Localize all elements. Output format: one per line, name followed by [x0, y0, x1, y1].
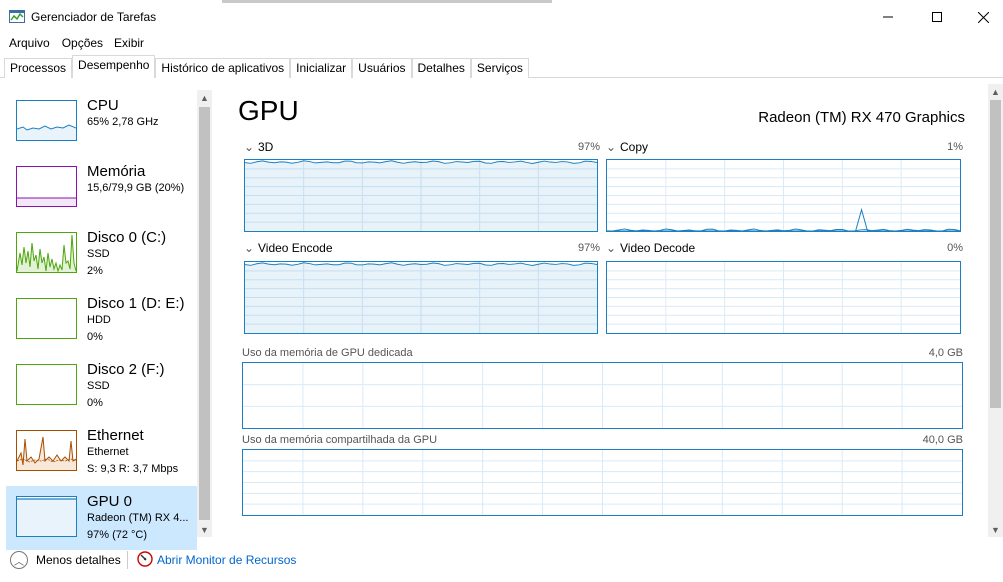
sidebar-item-gpu-0[interactable]: GPU 0 Radeon (TM) RX 4... 97% (72 °C): [6, 486, 197, 550]
menu-arquivo[interactable]: Arquivo: [0, 34, 57, 54]
gpu-model: Radeon (TM) RX 470 Graphics: [758, 109, 965, 126]
engine-percent: 97%: [577, 141, 600, 153]
tab-inicializar[interactable]: Inicializar: [290, 58, 353, 78]
engine-percent: 0%: [947, 242, 963, 254]
sidebar-item-detail: 15,6/79,9 GB (20%): [87, 182, 185, 194]
sidebar-item-detail: HDD: [87, 314, 111, 326]
sidebar-item-detail: SSD: [87, 380, 110, 392]
engine-graph-copy: [606, 159, 961, 232]
sidebar-scroll-thumb[interactable]: [199, 107, 210, 520]
chevron-down-icon: ⌄: [244, 140, 255, 154]
minimize-button[interactable]: [865, 0, 911, 34]
window-title: Gerenciador de Tarefas: [31, 10, 157, 24]
shared-memory-label: Uso da memória compartilhada da GPU: [242, 434, 438, 446]
main-scrollbar[interactable]: ▲ ▼: [988, 84, 1003, 537]
scroll-up-icon[interactable]: ▲: [197, 90, 212, 105]
sidebar-item-mem-ria[interactable]: Memória 15,6/79,9 GB (20%): [6, 156, 197, 220]
tab-strip: Processos Desempenho Histórico de aplicati…: [4, 55, 529, 78]
engine-graph-3d: [244, 159, 598, 232]
engine-selector-video-decode[interactable]: ⌄ Video Decode: [606, 241, 695, 255]
menu-opcoes[interactable]: Opções: [57, 34, 110, 54]
scroll-down-icon[interactable]: ▼: [197, 522, 212, 537]
chevron-down-icon: ⌄: [606, 241, 617, 255]
sidebar-item-value: 2%: [87, 265, 103, 277]
engine-selector-3d[interactable]: ⌄ 3D: [244, 140, 273, 154]
sidebar-item-name: Disco 0 (C:): [87, 229, 167, 246]
main-scroll-thumb[interactable]: [990, 100, 1001, 408]
engine-label: 3D: [258, 140, 274, 154]
sidebar-item-value: S: 9,3 R: 3,7 Mbps: [87, 463, 179, 475]
chevron-down-icon: ⌄: [244, 241, 255, 255]
sidebar-item-ethernet[interactable]: Ethernet Ethernet S: 9,3 R: 3,7 Mbps: [6, 420, 197, 484]
scroll-up-icon[interactable]: ▲: [988, 84, 1003, 99]
sidebar-thumbnail: [16, 166, 77, 207]
sidebar-item-disco-1-d-e[interactable]: Disco 1 (D: E:) HDD 0%: [6, 288, 197, 352]
dedicated-memory-graph: [242, 362, 963, 429]
sidebar-thumbnail: [16, 232, 77, 273]
page-title: GPU: [238, 95, 299, 126]
task-manager-icon: [9, 10, 25, 23]
engine-label: Video Encode: [258, 241, 333, 255]
sidebar-item-name: Memória: [87, 163, 146, 180]
scroll-down-icon[interactable]: ▼: [988, 522, 1003, 537]
chevron-up-icon[interactable]: ︿: [10, 551, 28, 569]
engine-label: Video Decode: [620, 241, 696, 255]
close-button[interactable]: [960, 0, 1003, 34]
resource-monitor-link[interactable]: Abrir Monitor de Recursos: [157, 553, 296, 567]
sidebar-item-name: CPU: [87, 97, 119, 114]
sidebar-thumbnail: [16, 496, 77, 537]
engine-graph-video-decode: [606, 261, 961, 334]
minimize-icon: [883, 16, 893, 18]
sidebar-thumbnail: [16, 364, 77, 405]
sidebar-scrollbar[interactable]: ▲ ▼: [197, 90, 212, 537]
sidebar-item-value: 0%: [87, 397, 103, 409]
menu-exibir[interactable]: Exibir: [110, 34, 151, 54]
sidebar-item-disco-2-f[interactable]: Disco 2 (F:) SSD 0%: [6, 354, 197, 418]
resource-monitor-icon[interactable]: [137, 551, 153, 567]
sidebar-item-value: 97% (72 °C): [87, 529, 148, 541]
background-window-strip: [222, 0, 552, 3]
sidebar-item-disco-0-c[interactable]: Disco 0 (C:) SSD 2%: [6, 222, 197, 286]
sidebar-item-detail: Ethernet: [87, 446, 129, 458]
footer-separator: [127, 551, 128, 569]
maximize-button[interactable]: [914, 0, 960, 34]
engine-selector-copy[interactable]: ⌄ Copy: [606, 140, 648, 154]
sidebar-thumbnail: [16, 100, 77, 141]
tab-usu-rios[interactable]: Usuários: [352, 58, 412, 78]
menu-bar: Arquivo Opções Exibir: [0, 34, 151, 54]
close-icon: [977, 11, 989, 23]
sidebar-item-detail: Radeon (TM) RX 4...: [87, 512, 189, 524]
tab-servi-os[interactable]: Serviços: [470, 58, 529, 78]
sidebar-item-detail: 65% 2,78 GHz: [87, 116, 159, 128]
footer-bar: ︿ Menos detalhes Abrir Monitor de Recurs…: [0, 545, 1003, 582]
sidebar-item-value: 0%: [87, 331, 103, 343]
engine-label: Copy: [620, 140, 649, 154]
shared-memory-graph: [242, 449, 963, 516]
sidebar-item-name: Ethernet: [87, 427, 144, 444]
sidebar-item-name: Disco 1 (D: E:): [87, 295, 185, 312]
sidebar-item-name: Disco 2 (F:): [87, 361, 165, 378]
resource-sidebar: CPU 65% 2,78 GHz Memória 15,6/79,9 GB (20%)…: [5, 90, 213, 550]
tab-detalhes[interactable]: Detalhes: [411, 58, 471, 78]
dedicated-memory-label: Uso da memória de GPU dedicada: [242, 347, 413, 359]
engine-percent: 97%: [577, 242, 600, 254]
chevron-down-icon: ⌄: [606, 140, 617, 154]
tab-processos[interactable]: Processos: [4, 58, 73, 78]
sidebar-item-detail: SSD: [87, 248, 110, 260]
tab-hist-rico-de-aplicativos[interactable]: Histórico de aplicativos: [155, 58, 291, 78]
shared-memory-value: 40,0 GB: [922, 434, 963, 446]
gpu-panel: GPU Radeon (TM) RX 470 Graphics ⌄ 3D 97%…: [230, 85, 990, 540]
maximize-icon: [932, 12, 942, 22]
sidebar-thumbnail: [16, 298, 77, 339]
dedicated-memory-value: 4,0 GB: [928, 347, 963, 359]
title-bar: Gerenciador de Tarefas: [0, 0, 1003, 34]
sidebar-item-cpu[interactable]: CPU 65% 2,78 GHz: [6, 90, 197, 154]
engine-selector-video-encode[interactable]: ⌄ Video Encode: [244, 241, 333, 255]
sidebar-item-name: GPU 0: [87, 493, 133, 510]
less-details-button[interactable]: Menos detalhes: [36, 553, 121, 567]
sidebar-thumbnail: [16, 430, 77, 471]
engine-graph-video-encode: [244, 261, 598, 334]
engine-percent: 1%: [947, 141, 963, 153]
tab-desempenho[interactable]: Desempenho: [72, 55, 156, 78]
